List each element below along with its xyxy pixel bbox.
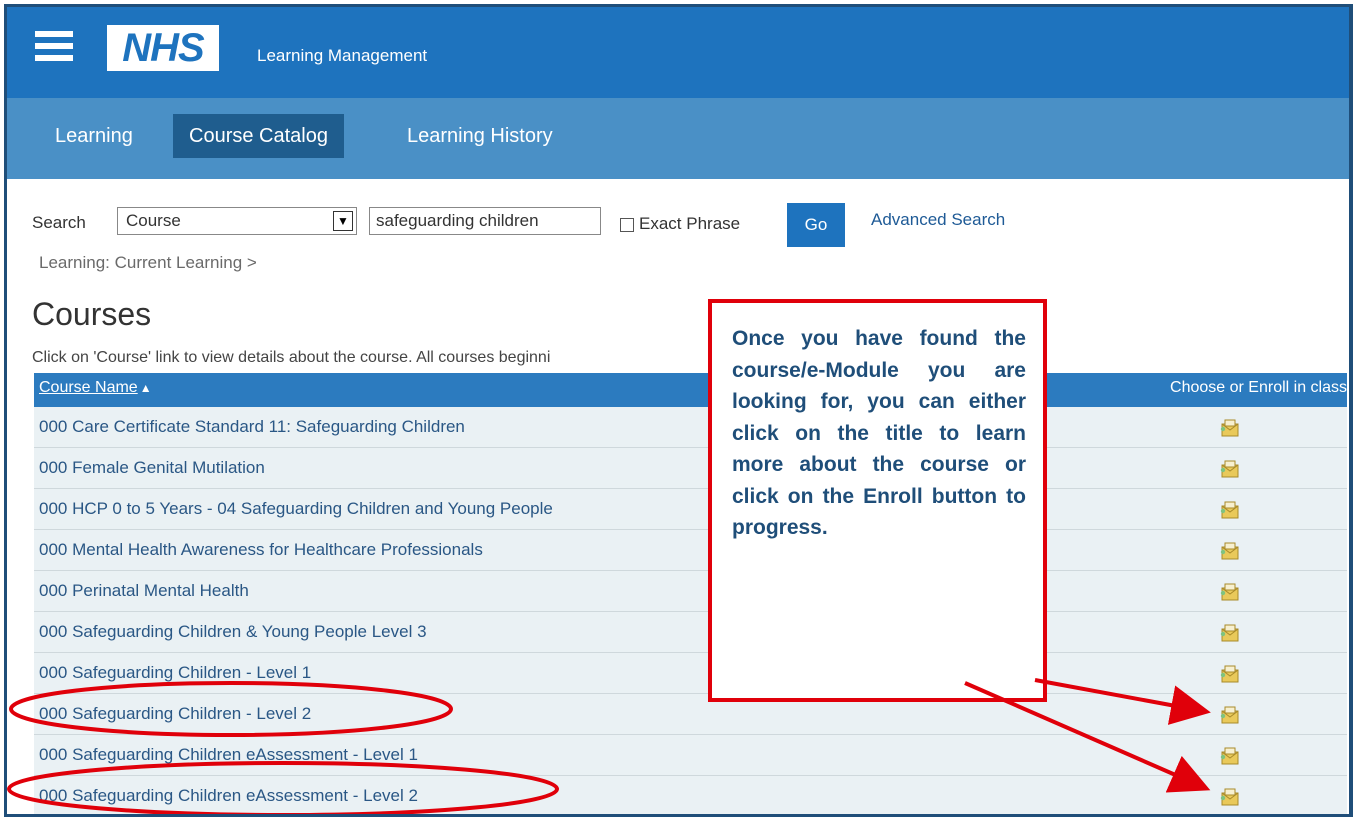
table-body: 000 Care Certificate Standard 11: Safegu… (34, 407, 1347, 814)
enroll-icon[interactable] (1219, 583, 1241, 601)
table-row: 000 Mental Health Awareness for Healthca… (34, 530, 1347, 571)
course-link[interactable]: 000 Perinatal Mental Health (39, 581, 249, 601)
table-header: Course Name ▲ Choose or Enroll in class (34, 373, 1347, 407)
callout-text: Once you have found the course/e-Module … (732, 327, 1026, 539)
exact-phrase-label: Exact Phrase (639, 214, 741, 233)
table-row: 000 Safeguarding Children - Level 2 (34, 694, 1347, 735)
table-row: 000 Safeguarding Children eAssessment - … (34, 776, 1347, 814)
course-link[interactable]: 000 Female Genital Mutilation (39, 458, 265, 478)
exact-phrase-checkbox[interactable] (620, 218, 634, 232)
advanced-search-link[interactable]: Advanced Search (871, 210, 1005, 230)
course-link[interactable]: 000 HCP 0 to 5 Years - 04 Safeguarding C… (39, 499, 553, 519)
table-row: 000 Safeguarding Children eAssessment - … (34, 735, 1347, 776)
course-link[interactable]: 000 Safeguarding Children eAssessment - … (39, 745, 418, 765)
enroll-column-header: Choose or Enroll in class (1170, 379, 1347, 396)
enroll-icon[interactable] (1219, 706, 1241, 724)
go-button[interactable]: Go (787, 203, 845, 247)
tab-learning[interactable]: Learning (39, 114, 149, 158)
enroll-icon[interactable] (1219, 460, 1241, 478)
enroll-icon[interactable] (1219, 665, 1241, 683)
enroll-icon[interactable] (1219, 788, 1241, 806)
table-row: 000 Safeguarding Children - Level 1 (34, 653, 1347, 694)
course-name-header-label: Course Name (39, 379, 138, 396)
annotation-callout: Once you have found the course/e-Module … (708, 299, 1047, 702)
table-row: 000 Care Certificate Standard 11: Safegu… (34, 407, 1347, 448)
page-title: Courses (32, 296, 152, 332)
tab-bar: Learning Course Catalog Learning History (7, 98, 1349, 179)
enroll-icon[interactable] (1219, 747, 1241, 765)
table-row: 000 Safeguarding Children & Young People… (34, 612, 1347, 653)
app-title: Learning Management (257, 46, 428, 65)
page-description: Click on 'Course' link to view details a… (32, 349, 551, 366)
course-link[interactable]: 000 Mental Health Awareness for Healthca… (39, 540, 483, 560)
enroll-icon[interactable] (1219, 624, 1241, 642)
search-label: Search (32, 213, 86, 232)
course-name-sort-link[interactable]: Course Name ▲ (39, 379, 152, 397)
search-type-select[interactable]: Course ▼ (117, 207, 357, 235)
enroll-icon[interactable] (1219, 419, 1241, 437)
table-row: 000 HCP 0 to 5 Years - 04 Safeguarding C… (34, 489, 1347, 530)
menu-icon[interactable] (35, 31, 73, 63)
table-row: 000 Female Genital Mutilation (34, 448, 1347, 489)
course-link[interactable]: 000 Safeguarding Children - Level 2 (39, 704, 311, 724)
course-link[interactable]: 000 Safeguarding Children eAssessment - … (39, 786, 418, 806)
chevron-down-icon[interactable]: ▼ (333, 211, 353, 231)
search-bar: Search Course ▼ Exact Phrase Go Advanced… (7, 203, 1349, 247)
search-input[interactable] (369, 207, 601, 235)
tab-course-catalog[interactable]: Course Catalog (173, 114, 344, 158)
nhs-logo: NHS (107, 25, 219, 71)
course-link[interactable]: 000 Care Certificate Standard 11: Safegu… (39, 417, 465, 437)
table-row: 000 Perinatal Mental Health (34, 571, 1347, 612)
search-type-value: Course (126, 211, 181, 230)
tab-learning-history[interactable]: Learning History (391, 114, 569, 158)
top-bar: NHS Learning Management (7, 7, 1349, 98)
page-frame: NHS Learning Management Learning Course … (4, 4, 1353, 817)
course-link[interactable]: 000 Safeguarding Children & Young People… (39, 622, 427, 642)
course-link[interactable]: 000 Safeguarding Children - Level 1 (39, 663, 311, 683)
courses-table: Course Name ▲ Choose or Enroll in class 0… (34, 373, 1347, 814)
sort-ascending-icon: ▲ (139, 381, 152, 395)
enroll-icon[interactable] (1219, 501, 1241, 519)
enroll-icon[interactable] (1219, 542, 1241, 560)
breadcrumb[interactable]: Learning: Current Learning > (39, 253, 257, 273)
